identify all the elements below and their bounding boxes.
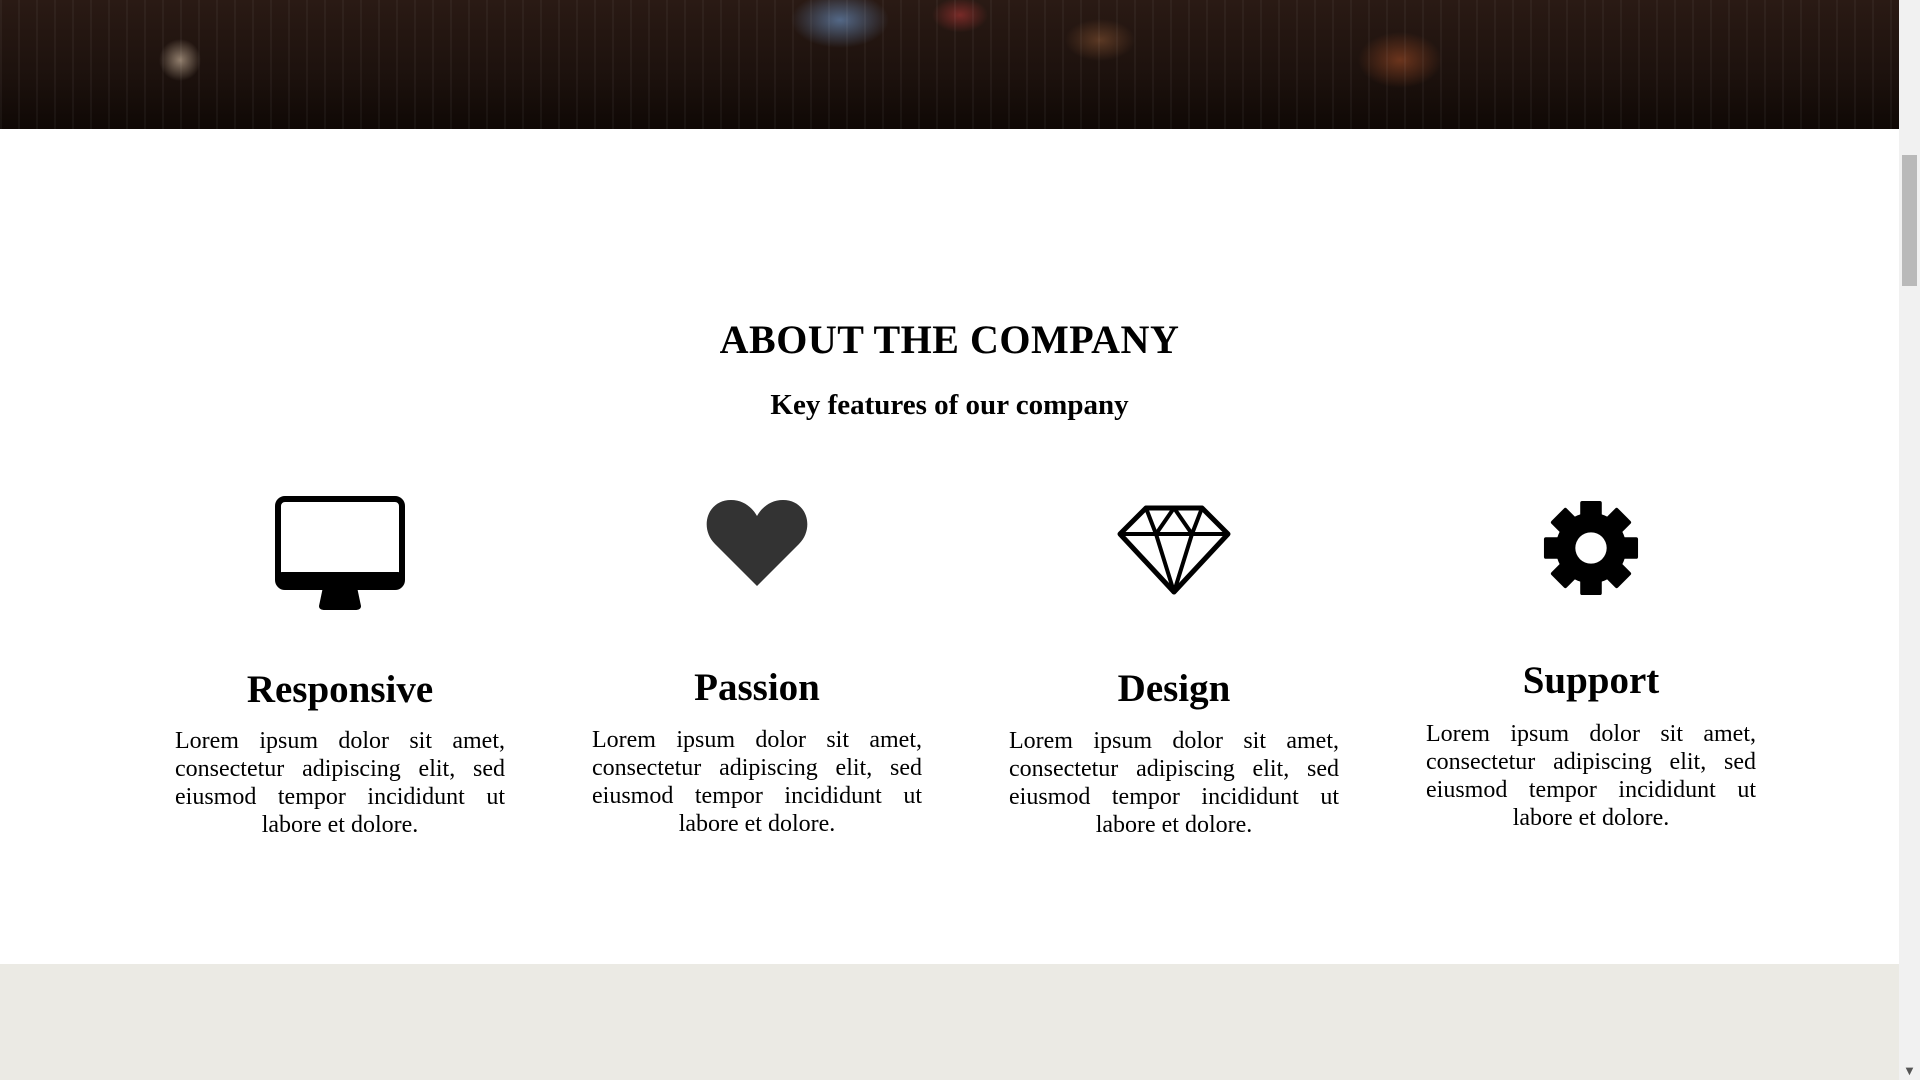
feature-description: Lorem ipsum dolor sit amet, consectetur … [1009, 728, 1339, 838]
feature-description: Lorem ipsum dolor sit amet, consectetur … [592, 727, 922, 837]
gear-icon [1543, 500, 1639, 596]
scroll-down-arrow-icon[interactable]: ▼ [1899, 1063, 1920, 1080]
feature-description: Lorem ipsum dolor sit amet, consectetur … [1426, 721, 1756, 831]
diamond-icon [1117, 505, 1231, 595]
next-section-band [0, 964, 1899, 1080]
scrollbar-thumb[interactable] [1902, 155, 1917, 286]
heart-icon [706, 500, 808, 586]
page: ABOUT THE COMPANY Key features of our co… [0, 0, 1899, 1080]
about-section: ABOUT THE COMPANY Key features of our co… [0, 129, 1899, 964]
feature-title: Design [1117, 667, 1231, 710]
feature-description: Lorem ipsum dolor sit amet, consectetur … [175, 728, 505, 838]
hero-banner-image [0, 0, 1899, 129]
feature-title: Support [1522, 659, 1660, 702]
section-title: ABOUT THE COMPANY [719, 317, 1180, 362]
section-subtitle: Key features of our company [770, 389, 1129, 421]
feature-title: Passion [694, 666, 820, 709]
vertical-scrollbar[interactable]: ▼ [1899, 0, 1920, 1080]
feature-title: Responsive [246, 668, 434, 711]
desktop-monitor-icon [275, 496, 405, 610]
